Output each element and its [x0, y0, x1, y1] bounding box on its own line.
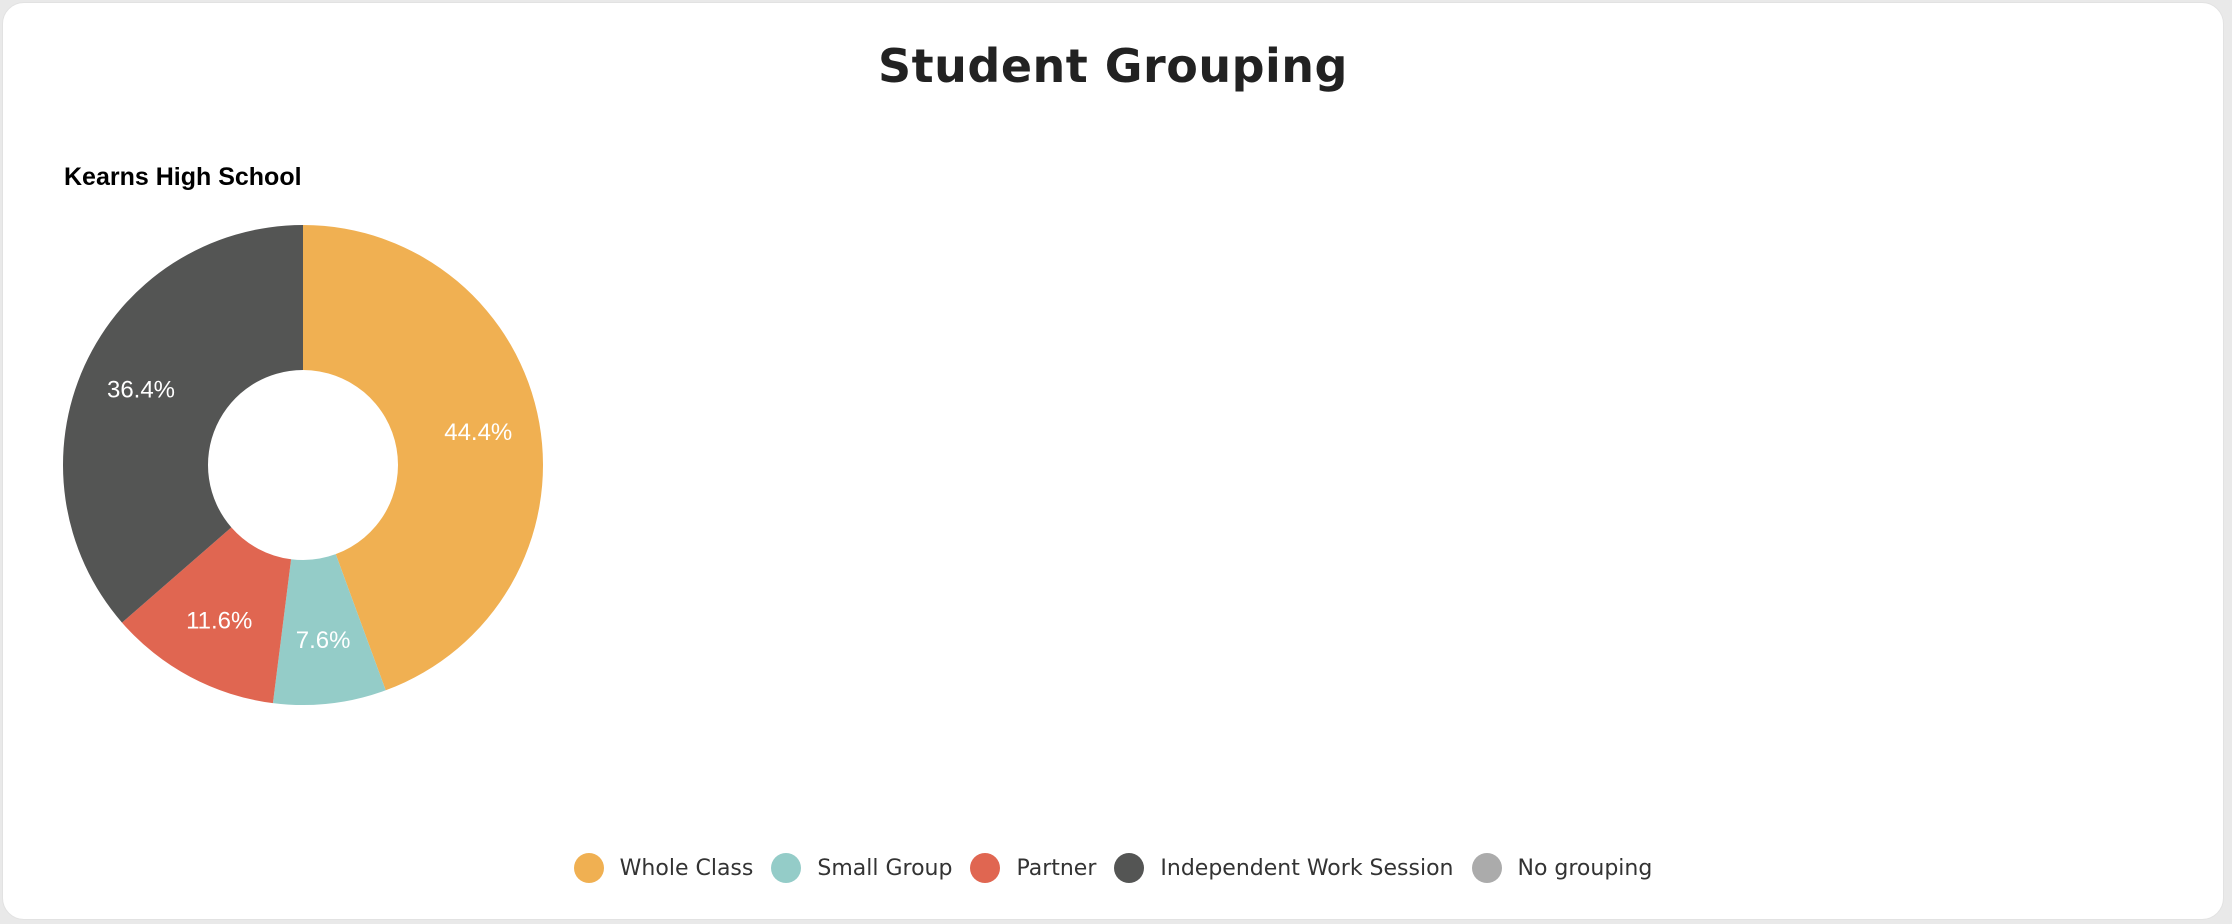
legend-swatch-icon [771, 853, 802, 883]
legend-item-no-grouping[interactable]: No grouping [1471, 853, 1653, 883]
legend-item-small-group[interactable]: Small Group [771, 853, 952, 883]
legend-swatch-icon [1471, 853, 1502, 883]
legend-swatch-icon [970, 853, 1001, 883]
legend-label: Small Group [817, 855, 953, 881]
legend-label: No grouping [1517, 855, 1653, 881]
slice-label: 44.4% [444, 419, 512, 446]
legend-item-whole-class[interactable]: Whole Class [573, 853, 754, 883]
legend-item-partner[interactable]: Partner [970, 853, 1096, 883]
legend-label: Partner [1016, 855, 1097, 881]
legend-label: Independent Work Session [1160, 855, 1454, 881]
legend-label: Whole Class [619, 855, 754, 881]
slice-label: 7.6% [296, 627, 351, 654]
legend-swatch-icon [573, 853, 604, 883]
legend-swatch-icon [1114, 853, 1145, 883]
donut-chart: 44.4% 7.6% 11.6% 36.4% [63, 225, 544, 705]
chart-card: Student Grouping Kearns High School 44.4… [2, 2, 2224, 920]
slice-label: 11.6% [186, 607, 252, 634]
slice-label: 36.4% [107, 377, 175, 404]
legend-item-independent-work-session[interactable]: Independent Work Session [1114, 853, 1454, 883]
legend: Whole Class Small Group Partner Independ… [3, 853, 2223, 883]
